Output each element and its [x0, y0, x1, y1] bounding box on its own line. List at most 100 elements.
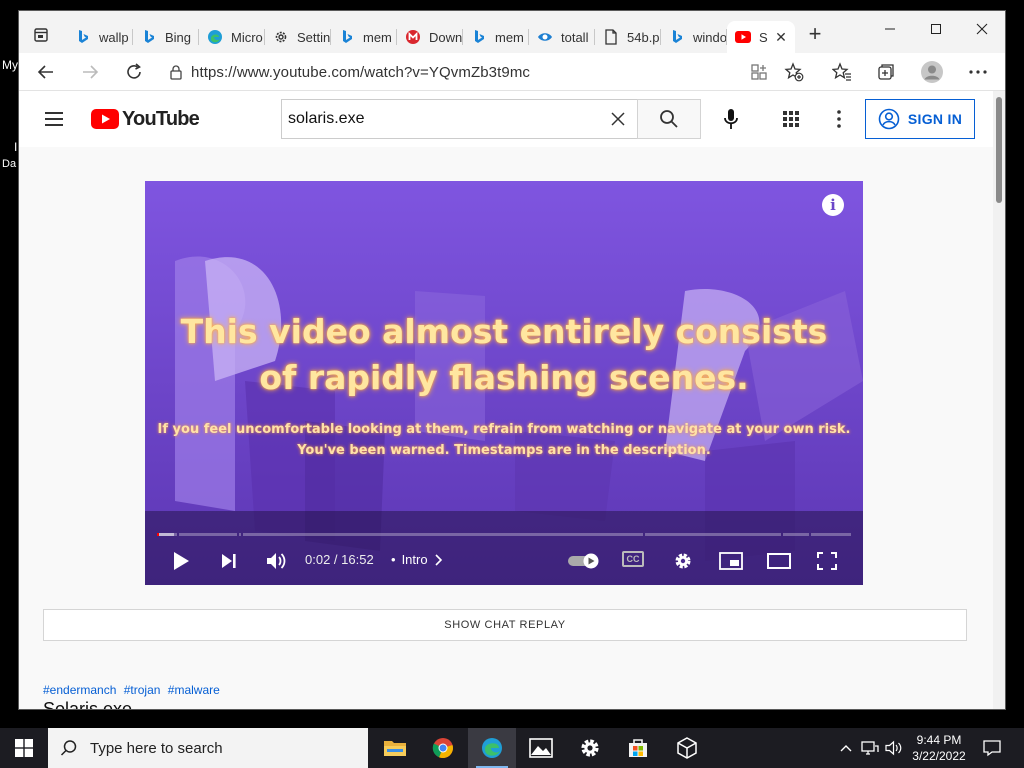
- new-tab-button[interactable]: +: [803, 23, 827, 47]
- minimize-button[interactable]: [867, 15, 913, 43]
- skip-next-icon: [222, 554, 236, 568]
- collections-button[interactable]: [873, 59, 899, 85]
- network-button[interactable]: [860, 738, 880, 758]
- fullscreen-button[interactable]: [813, 549, 841, 573]
- refresh-button[interactable]: [121, 59, 147, 85]
- hashtag-link[interactable]: #malware: [168, 683, 220, 697]
- store-icon: [629, 739, 647, 757]
- favorites-button[interactable]: [829, 59, 855, 85]
- taskbar-settings[interactable]: [566, 728, 614, 768]
- taskbar-3d-viewer[interactable]: [663, 728, 711, 768]
- back-button[interactable]: [33, 59, 59, 85]
- chrome-icon: [432, 738, 453, 759]
- start-button[interactable]: [0, 728, 48, 768]
- tab-youtube-active[interactable]: S ✕: [727, 21, 795, 53]
- youtube-apps-button[interactable]: [775, 103, 807, 135]
- settings-more-button[interactable]: [965, 59, 991, 85]
- play-button[interactable]: [167, 549, 195, 573]
- theater-mode-button[interactable]: [765, 549, 793, 573]
- voice-search-button[interactable]: [715, 103, 747, 135]
- notification-icon: [983, 740, 1001, 757]
- tab-settings[interactable]: Settin: [265, 21, 331, 53]
- video-player[interactable]: This video almost entirely consists of r…: [145, 181, 863, 585]
- chapter-segment: [243, 533, 643, 536]
- maximize-button[interactable]: [913, 15, 959, 43]
- search-box: [281, 99, 638, 139]
- played-fill: [157, 533, 159, 536]
- search-button[interactable]: [637, 99, 701, 139]
- taskbar-photos[interactable]: [517, 728, 565, 768]
- taskbar-store[interactable]: [614, 728, 662, 768]
- page-scrollbar[interactable]: [993, 91, 1005, 709]
- tab-totalav[interactable]: totall: [529, 21, 595, 53]
- app-available-button[interactable]: [746, 59, 772, 85]
- tab-wallp[interactable]: wallp: [67, 21, 133, 53]
- search-icon: [60, 740, 77, 756]
- photos-icon: [529, 738, 553, 758]
- page-content: YouTube solaris.exe SIGN IN This video a…: [19, 91, 994, 709]
- bing-icon: [75, 29, 91, 45]
- close-tab-icon[interactable]: ✕: [773, 29, 789, 45]
- add-favorite-button[interactable]: [781, 59, 807, 85]
- taskbar-edge[interactable]: [468, 728, 516, 768]
- clear-search-button[interactable]: [607, 108, 629, 130]
- sign-in-button[interactable]: SIGN IN: [865, 99, 975, 139]
- close-icon: [976, 23, 988, 35]
- tab-windows[interactable]: windo: [661, 21, 727, 53]
- star-add-icon: [784, 62, 804, 82]
- taskbar-search-placeholder: Type here to search: [90, 739, 223, 757]
- taskbar-search-box[interactable]: Type here to search: [48, 728, 368, 768]
- settings-button[interactable]: [669, 549, 697, 573]
- tab-bing[interactable]: Bing: [133, 21, 199, 53]
- taskbar-clock[interactable]: 9:44 PM 3/22/2022: [900, 732, 978, 764]
- settings-menu-button[interactable]: [823, 103, 855, 135]
- chapter-segment: [811, 533, 851, 536]
- chevron-up-icon: [840, 745, 852, 752]
- youtube-logo-icon: [91, 109, 119, 129]
- miniplayer-icon: [719, 552, 743, 570]
- youtube-logo[interactable]: YouTube: [91, 107, 200, 130]
- next-button[interactable]: [215, 549, 243, 573]
- info-card-button[interactable]: i: [822, 194, 844, 216]
- tab-54b[interactable]: 54b.p: [595, 21, 661, 53]
- totalav-icon: [537, 29, 553, 45]
- hashtag-list: #endermanch #trojan #malware: [43, 683, 224, 697]
- close-icon: [611, 112, 625, 126]
- chapter-button[interactable]: • Intro: [391, 552, 444, 567]
- subtitles-button[interactable]: CC: [622, 551, 644, 567]
- tab-mem-1[interactable]: mem: [331, 21, 397, 53]
- hashtag-link[interactable]: #trojan: [124, 683, 161, 697]
- network-icon: [861, 741, 879, 755]
- tab-mem-2[interactable]: mem: [463, 21, 529, 53]
- close-window-button[interactable]: [959, 15, 1005, 43]
- taskbar-file-explorer[interactable]: [371, 728, 419, 768]
- time-display: 0:02 / 16:52: [305, 552, 374, 567]
- play-icon: [174, 552, 189, 570]
- notifications-button[interactable]: [980, 736, 1004, 760]
- maximize-icon: [931, 24, 941, 34]
- collections-icon: [878, 64, 894, 80]
- mega-icon: [405, 29, 421, 45]
- hashtag-link[interactable]: #endermanch: [43, 683, 116, 697]
- mute-button[interactable]: [262, 549, 290, 573]
- tab-actions-button[interactable]: [29, 23, 53, 47]
- url-field[interactable]: https://www.youtube.com/watch?v=YQvmZb3t…: [169, 57, 834, 87]
- forward-button[interactable]: [77, 59, 103, 85]
- volume-icon: [267, 553, 286, 569]
- search-icon: [660, 110, 678, 128]
- tab-download[interactable]: Down: [397, 21, 463, 53]
- taskbar-chrome[interactable]: [419, 728, 467, 768]
- search-input[interactable]: [288, 110, 588, 128]
- profile-button[interactable]: [919, 59, 945, 85]
- menu-button[interactable]: [43, 109, 67, 129]
- account-circle-icon: [878, 108, 900, 130]
- tab-microsoft[interactable]: Micro: [199, 21, 265, 53]
- youtube-logo-text: YouTube: [122, 107, 200, 130]
- progress-bar[interactable]: [157, 533, 851, 536]
- hamburger-icon: [45, 112, 63, 126]
- scrollbar-thumb[interactable]: [996, 97, 1002, 203]
- show-chat-replay-button[interactable]: SHOW CHAT REPLAY: [43, 609, 967, 641]
- show-hidden-icons-button[interactable]: [836, 738, 856, 758]
- autoplay-toggle[interactable]: [567, 553, 601, 569]
- miniplayer-button[interactable]: [717, 549, 745, 573]
